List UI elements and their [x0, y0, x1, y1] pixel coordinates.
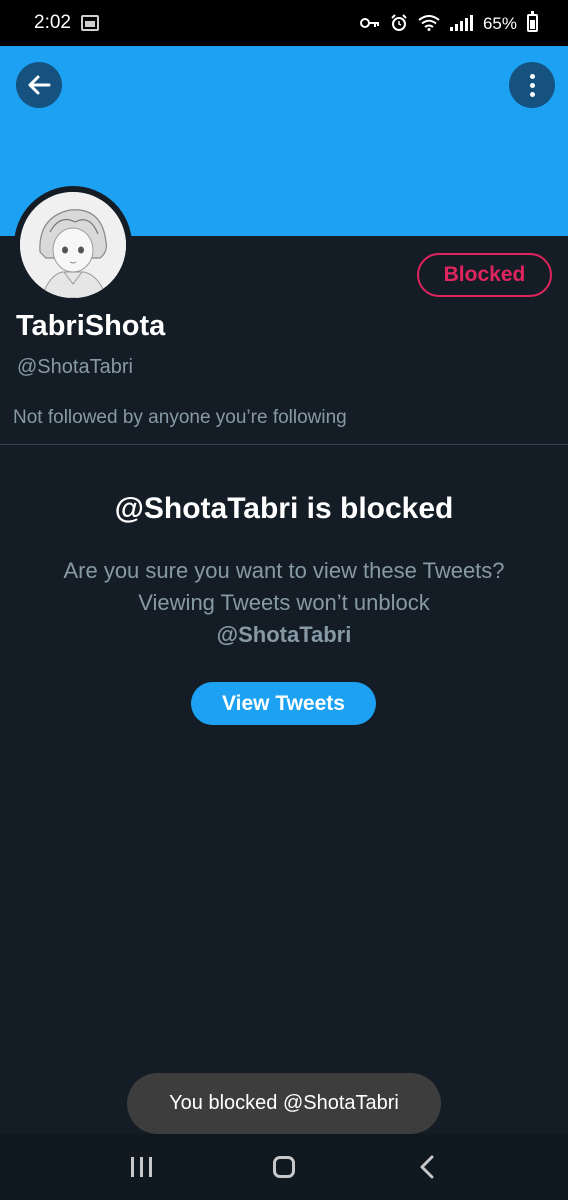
recents-icon	[130, 1157, 152, 1177]
back-button[interactable]	[16, 62, 62, 108]
status-icons: 65%	[359, 11, 538, 33]
profile-handle: @ShotaTabri	[17, 356, 133, 378]
arrow-left-icon	[28, 75, 51, 95]
wifi-icon	[418, 15, 440, 31]
alarm-icon	[391, 14, 407, 31]
avatar-image	[20, 192, 126, 298]
display-name: TabriShota	[16, 310, 166, 342]
system-back-button[interactable]	[397, 1137, 457, 1197]
toast-message: You blocked @ShotaTabri	[127, 1073, 441, 1134]
blocked-message-handle: @ShotaTabri	[216, 622, 352, 647]
system-nav-bar	[0, 1134, 568, 1200]
more-options-button[interactable]	[509, 62, 555, 108]
avatar[interactable]	[14, 186, 132, 304]
status-time: 2:02	[34, 12, 71, 33]
battery-icon	[527, 11, 538, 32]
blocked-title: @ShotaTabri is blocked	[114, 492, 454, 525]
blocked-message: Are you sure you want to view these Twee…	[60, 555, 508, 651]
back-icon	[420, 1155, 434, 1179]
blocked-button[interactable]: Blocked	[417, 253, 552, 297]
view-tweets-button[interactable]: View Tweets	[191, 682, 376, 725]
home-button[interactable]	[254, 1137, 314, 1197]
followers-note: Not followed by anyone you’re following	[13, 407, 347, 428]
battery-percent: 65%	[482, 13, 517, 33]
more-vertical-icon	[529, 73, 535, 97]
divider	[0, 444, 568, 445]
gallery-icon	[80, 15, 99, 31]
recents-button[interactable]	[111, 1137, 171, 1197]
key-icon	[359, 18, 379, 28]
status-bar: 2:02 65%	[0, 0, 568, 46]
signal-icon	[449, 15, 473, 31]
blocked-message-text: Are you sure you want to view these Twee…	[63, 558, 505, 615]
home-icon	[272, 1156, 295, 1178]
